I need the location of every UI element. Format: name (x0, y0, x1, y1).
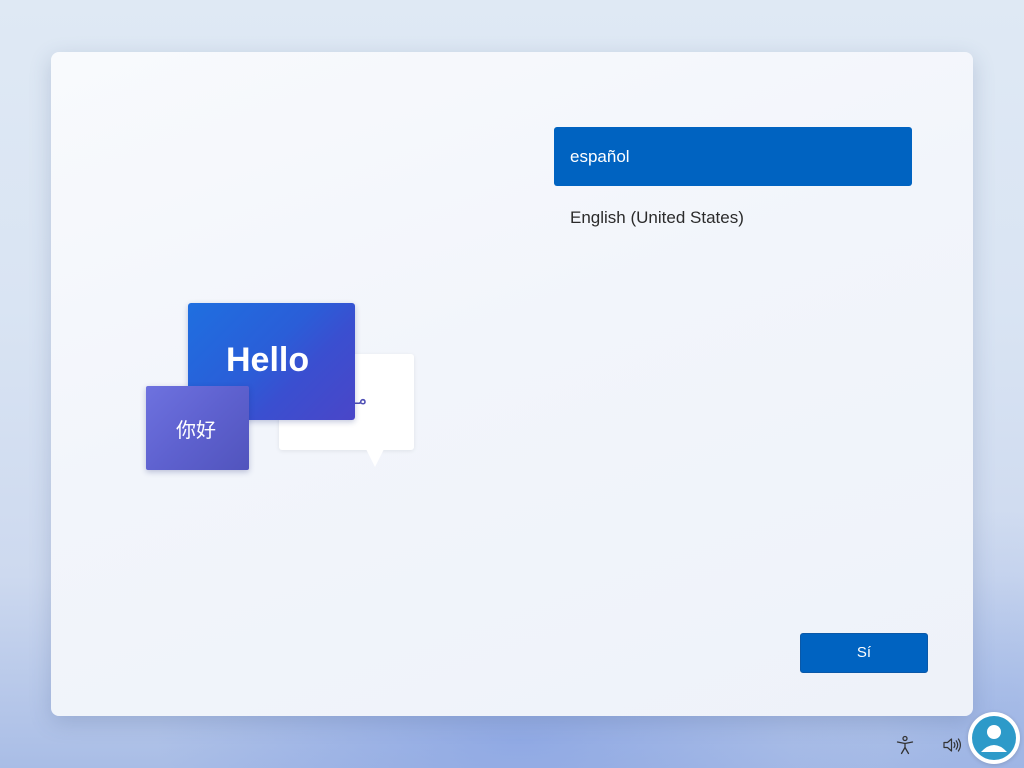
speech-bubble-tail (366, 449, 384, 467)
accessibility-icon[interactable] (894, 734, 916, 756)
volume-icon[interactable] (941, 734, 963, 756)
language-option-english-us[interactable]: English (United States) (554, 190, 912, 246)
volume-icon-svg (943, 738, 961, 752)
language-list: español English (United States) (554, 127, 912, 246)
language-illustration: مـ Hello 你好 (146, 303, 416, 473)
language-option-label: English (United States) (570, 208, 744, 227)
watermark-logo (968, 712, 1020, 764)
chinese-greeting-card: 你好 (146, 386, 249, 470)
accessibility-icon-svg (896, 735, 914, 755)
yes-button[interactable]: Sí (800, 633, 928, 673)
setup-dialog: مـ Hello 你好 español English (United Stat… (51, 52, 973, 716)
hello-text: Hello (226, 341, 310, 379)
arabic-greeting-text: مـ (353, 389, 368, 409)
chinese-greeting-text: 你好 (176, 418, 216, 442)
watermark-logo-svg (972, 716, 1016, 760)
language-option-espanol[interactable]: español (554, 127, 912, 186)
language-option-label: español (570, 147, 630, 166)
